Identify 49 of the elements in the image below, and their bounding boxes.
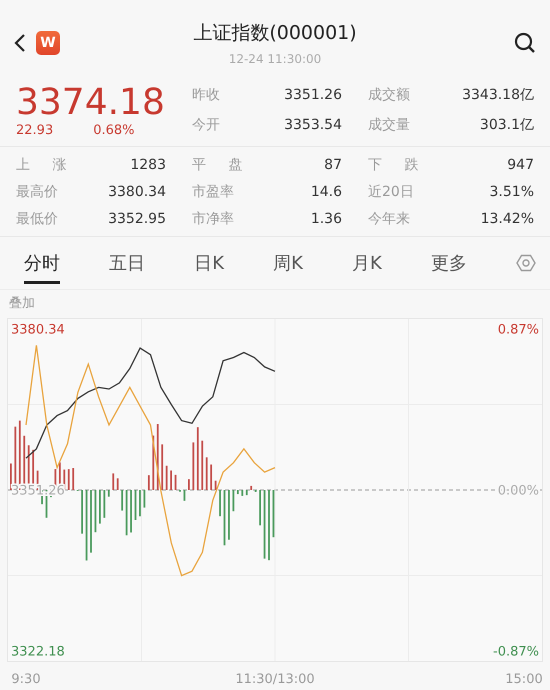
stat-label: 最高价: [16, 182, 58, 200]
field-value: 3353.54: [284, 117, 342, 133]
stat-value: 3352.95: [108, 210, 166, 226]
chart-tab[interactable]: 周K: [273, 242, 303, 284]
chart-tab[interactable]: 五日: [109, 242, 146, 284]
stat-label: 市净率: [192, 210, 234, 228]
search-icon[interactable]: [514, 32, 536, 54]
stat-label: 平 盘: [192, 156, 242, 174]
y-axis-label: 3322.18: [11, 644, 65, 660]
stat-value: 1283: [130, 156, 166, 172]
field-label: 今开: [192, 116, 220, 134]
field-value: 3351.26: [284, 87, 342, 103]
stat-value: 1.36: [310, 210, 342, 226]
price-change-percent: 0.68%: [93, 122, 135, 138]
stat-value: 3.51%: [490, 184, 534, 200]
stat-value: 3380.34: [108, 184, 166, 200]
percent-axis-label: 0.87%: [498, 322, 539, 338]
price-change: 22.93: [16, 122, 54, 138]
y-axis-label: 3380.34: [11, 322, 65, 338]
field-label: 成交额: [368, 86, 410, 104]
percent-axis-label: -0.87%: [493, 644, 539, 660]
stat-label: 今年来: [368, 210, 410, 228]
chart-tab[interactable]: 分时: [24, 242, 60, 284]
chart-tab[interactable]: 月K: [352, 242, 382, 284]
settings-icon[interactable]: [516, 253, 536, 273]
page-title: 上证指数(000001): [193, 21, 357, 46]
field-value: 3343.18亿: [462, 86, 534, 104]
stat-value: 87: [324, 156, 342, 172]
stat-label: 下 跌: [368, 156, 418, 174]
chart-tab[interactable]: 更多: [430, 242, 467, 284]
chart-tab[interactable]: 日K: [194, 242, 224, 284]
app-logo: W: [36, 31, 60, 55]
percent-axis-label: 0.00%: [498, 484, 539, 498]
stat-label: 最低价: [16, 210, 58, 228]
stat-value: 13.42%: [480, 210, 534, 226]
field-label: 昨收: [192, 86, 220, 104]
stat-value: 14.6: [310, 184, 342, 200]
index-price: 3374.18: [16, 82, 166, 122]
field-label: 成交量: [368, 116, 410, 134]
x-axis-label: 9:30: [11, 672, 41, 687]
stat-label: 近20日: [368, 182, 414, 200]
stat-value: 947: [507, 156, 534, 172]
field-value: 303.1亿: [480, 116, 534, 134]
x-axis-label: 15:00: [505, 672, 543, 687]
stat-label: 市盈率: [192, 182, 234, 200]
x-axis-label: 11:30/13:00: [235, 672, 315, 687]
stat-label: 上 涨: [16, 156, 66, 174]
back-icon[interactable]: [14, 33, 26, 53]
quote-time: 12-24 11:30:00: [228, 52, 322, 66]
